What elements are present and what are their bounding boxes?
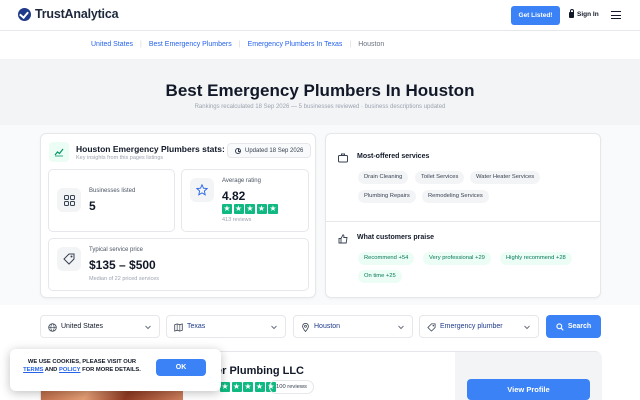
cookie-text: We use cookies, please visit our bbox=[27, 359, 137, 365]
cookie-ok-button[interactable]: OK bbox=[156, 359, 206, 376]
breadcrumb-state[interactable]: Emergency Plumbers In Texas bbox=[248, 41, 343, 48]
breadcrumb-current: Houston bbox=[358, 41, 385, 48]
rating-stars: ★ ★ ★ ★ ★ bbox=[222, 204, 278, 214]
logo-check-icon bbox=[18, 7, 31, 21]
star-icon: ★ bbox=[245, 204, 255, 214]
praise-chip: On time +25 bbox=[358, 270, 402, 283]
services-praise-card: Most-offered services Drain Cleaning Toi… bbox=[325, 133, 601, 298]
category-value: Emergency plumber bbox=[440, 323, 503, 330]
state-select[interactable]: Texas bbox=[166, 315, 286, 338]
breadcrumb-separator: | bbox=[140, 41, 142, 48]
updated-badge: Updated 18 Sep 2026 bbox=[227, 143, 312, 158]
service-chip[interactable]: Toilet Services bbox=[415, 171, 465, 184]
price-tag-icon bbox=[57, 247, 81, 271]
listing-rating-stars: ★ ★ ★ ★ ★ bbox=[220, 382, 276, 392]
view-profile-button[interactable]: View Profile bbox=[467, 379, 590, 400]
briefcase-icon bbox=[338, 153, 348, 163]
terms-link[interactable]: terms bbox=[23, 367, 43, 373]
top-header: TrustAnalytica Get Listed! Sign In bbox=[0, 0, 640, 31]
stats-subtitle: Key insights from this pages listings bbox=[76, 155, 164, 161]
rating-value: 4.82 bbox=[222, 189, 246, 203]
star-icon: ★ bbox=[231, 382, 242, 392]
site-logo[interactable]: TrustAnalytica bbox=[18, 7, 119, 21]
star-icon: ★ bbox=[254, 382, 265, 392]
service-price-box: Typical service price $135 – $500 Median… bbox=[48, 238, 309, 291]
service-chip[interactable]: Remodeling Services bbox=[422, 190, 489, 203]
globe-icon bbox=[48, 323, 57, 332]
service-chip[interactable]: Water Heater Services bbox=[470, 171, 541, 184]
businesses-label: Businesses listed bbox=[89, 188, 136, 194]
city-select[interactable]: Houston bbox=[293, 315, 413, 338]
city-value: Houston bbox=[314, 323, 341, 330]
country-select[interactable]: United States bbox=[40, 315, 160, 338]
lock-icon bbox=[569, 9, 574, 18]
star-icon: ★ bbox=[220, 382, 230, 392]
page-subtitle: Rankings recalculated 18 Sep 2026 — 5 bu… bbox=[194, 104, 446, 110]
breadcrumb-country[interactable]: United States bbox=[91, 41, 133, 48]
section-divider bbox=[326, 221, 600, 222]
star-icon: ★ bbox=[233, 204, 244, 214]
star-icon: ★ bbox=[243, 382, 253, 392]
price-note: Median of 22 priced services bbox=[89, 276, 160, 282]
trend-chart-icon bbox=[49, 142, 69, 162]
rating-label: Average rating bbox=[222, 178, 261, 184]
stats-card: Houston Emergency Plumbers stats: Key in… bbox=[40, 133, 316, 298]
service-chip[interactable]: Plumbing Repairs bbox=[358, 190, 416, 203]
hamburger-menu-icon[interactable] bbox=[611, 11, 621, 19]
breadcrumb-separator: | bbox=[238, 41, 241, 48]
price-label: Typical service price bbox=[89, 247, 144, 253]
chevron-down-icon bbox=[145, 325, 151, 330]
search-icon bbox=[556, 322, 564, 331]
rating-reviews: 413 reviews bbox=[222, 217, 252, 223]
updated-date: Updated 18 Sep 2026 bbox=[245, 147, 304, 154]
chevron-down-icon bbox=[398, 325, 404, 330]
map-icon bbox=[174, 323, 183, 332]
page-title: Best Emergency Plumbers In Houston bbox=[165, 81, 475, 100]
grid-icon bbox=[57, 188, 81, 212]
chevron-down-icon bbox=[524, 325, 530, 330]
offered-title: Most-offered services bbox=[357, 153, 430, 160]
praise-chip: Recommend +54 bbox=[358, 252, 415, 265]
star-icon: ★ bbox=[256, 204, 267, 214]
listing-reviews-badge: 100 reviews bbox=[269, 380, 314, 394]
thumbs-up-icon bbox=[338, 234, 348, 244]
praise-title: What customers praise bbox=[357, 234, 435, 241]
businesses-value: 5 bbox=[89, 199, 96, 213]
category-select[interactable]: Emergency plumber bbox=[419, 315, 539, 338]
search-label: Search bbox=[567, 323, 592, 330]
cookie-banner: We use cookies, please visit our terms a… bbox=[10, 349, 221, 391]
tag-icon bbox=[427, 323, 436, 332]
price-value: $135 – $500 bbox=[89, 258, 156, 272]
praise-chip: Highly recommend +28 bbox=[500, 252, 572, 265]
sign-in-label: Sign In bbox=[577, 10, 599, 18]
praise-chip: Very professional +29 bbox=[423, 252, 491, 265]
policy-link[interactable]: policy bbox=[59, 367, 80, 373]
chevron-down-icon bbox=[271, 325, 277, 330]
businesses-listed-box: Businesses listed 5 bbox=[48, 169, 175, 232]
breadcrumb-separator: | bbox=[349, 41, 352, 48]
state-value: Texas bbox=[187, 323, 206, 330]
star-outline-icon bbox=[190, 178, 214, 202]
country-value: United States bbox=[61, 323, 104, 330]
get-listed-button[interactable]: Get Listed! bbox=[511, 6, 560, 25]
location-pin-icon bbox=[302, 323, 309, 332]
logo-text: TrustAnalytica bbox=[35, 7, 119, 21]
clock-icon bbox=[235, 147, 241, 154]
breadcrumb: United States | Best Emergency Plumbers … bbox=[91, 41, 384, 48]
cookie-message: We use cookies, please visit our terms a… bbox=[20, 359, 144, 374]
star-icon: ★ bbox=[268, 204, 278, 214]
stats-title: Houston Emergency Plumbers stats: bbox=[76, 144, 225, 154]
search-button[interactable]: Search bbox=[546, 315, 601, 338]
average-rating-box: Average rating 4.82 ★ ★ ★ ★ ★ 413 reviews bbox=[181, 169, 309, 232]
sign-in-link[interactable]: Sign In bbox=[569, 9, 599, 18]
star-icon: ★ bbox=[222, 204, 232, 214]
cookie-text: and bbox=[43, 366, 59, 373]
listing-title[interactable]: er Plumbing LLC bbox=[216, 365, 304, 377]
breadcrumb-category[interactable]: Best Emergency Plumbers bbox=[149, 41, 232, 48]
cookie-text: for more details. bbox=[80, 366, 141, 373]
service-chip[interactable]: Drain Cleaning bbox=[358, 171, 409, 184]
